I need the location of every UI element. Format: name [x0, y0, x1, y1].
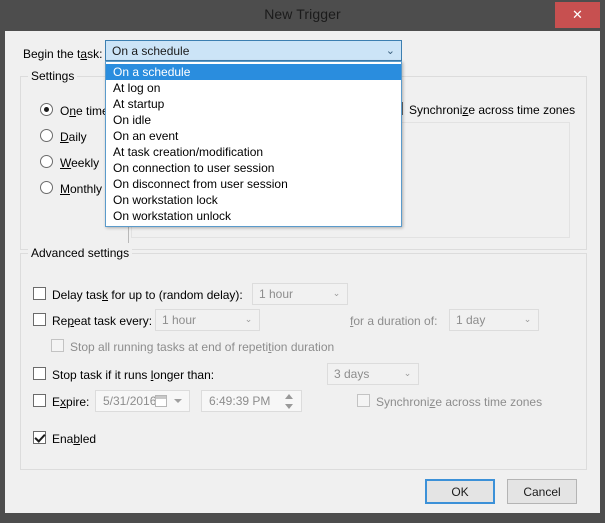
radio-weekly-label: Weekly: [60, 156, 100, 170]
delay-task-combo-value: 1 hour: [259, 287, 294, 301]
stop-if-longer-label: Stop task if it runs longer than:: [52, 368, 215, 382]
radio-weekly[interactable]: [40, 155, 53, 168]
dropdown-item[interactable]: At task creation/modification: [106, 144, 401, 160]
chevron-down-icon: ⌄: [244, 315, 253, 325]
radio-one-time[interactable]: [40, 103, 53, 116]
window-title: New Trigger: [264, 6, 341, 22]
duration-combo-value: 1 day: [456, 313, 486, 327]
advanced-sync-time-zones-checkbox[interactable]: [357, 394, 370, 407]
begin-task-combo-value: On a schedule: [112, 44, 190, 58]
expire-time-field[interactable]: 6:49:39 PM: [201, 390, 302, 412]
dropdown-item[interactable]: On connection to user session: [106, 160, 401, 176]
repeat-task-combo[interactable]: 1 hour ⌄: [155, 309, 260, 331]
dropdown-item[interactable]: At log on: [106, 80, 401, 96]
begin-task-label: Begin the task:: [23, 47, 103, 61]
stop-if-longer-checkbox[interactable]: [33, 367, 46, 380]
radio-one-time-label: One time: [60, 104, 109, 118]
expire-time-value: 6:49:39 PM: [209, 394, 271, 408]
begin-task-combo[interactable]: On a schedule ⌄: [105, 40, 402, 61]
expire-checkbox[interactable]: [33, 394, 46, 407]
repeat-task-label: Repeat task every:: [52, 314, 153, 328]
spinner-up-icon[interactable]: [285, 394, 293, 399]
advanced-sync-time-zones-label: Synchronize across time zones: [376, 395, 543, 409]
expire-label: Expire:: [52, 395, 90, 409]
delay-task-combo[interactable]: 1 hour ⌄: [252, 283, 348, 305]
spinner-down-icon[interactable]: [285, 404, 293, 409]
dropdown-item[interactable]: On idle: [106, 112, 401, 128]
new-trigger-dialog: New Trigger ✕ Begin the task: Settings O…: [0, 0, 605, 523]
enabled-label: Enabled: [52, 432, 97, 446]
advanced-settings-group-title: Advanced settings: [28, 247, 133, 260]
close-icon[interactable]: ✕: [555, 2, 600, 28]
delay-task-label: Delay task for up to (random delay):: [52, 288, 243, 302]
calendar-icon: [155, 395, 167, 407]
duration-label: for a duration of:: [350, 314, 438, 328]
repeat-task-checkbox[interactable]: [33, 313, 46, 326]
repeat-task-combo-value: 1 hour: [162, 313, 197, 327]
expire-date-value: 5/31/2016: [103, 394, 157, 408]
dropdown-item[interactable]: At startup: [106, 96, 401, 112]
stop-all-running-tasks-label: Stop all running tasks at end of repetit…: [70, 340, 335, 354]
chevron-down-icon: ⌄: [523, 315, 532, 325]
chevron-down-icon: [174, 399, 182, 403]
stop-if-longer-combo-value: 3 days: [334, 367, 370, 381]
chevron-down-icon: ⌄: [332, 289, 341, 299]
ok-button[interactable]: OK: [425, 479, 495, 504]
settings-sync-time-zones-label: Synchronize across time zones: [409, 103, 576, 117]
begin-task-dropdown-list[interactable]: On a schedule At log on At startup On id…: [105, 61, 402, 227]
dropdown-item[interactable]: On workstation lock: [106, 192, 401, 208]
expire-date-field[interactable]: 5/31/2016: [95, 390, 190, 412]
radio-monthly-label: Monthly: [60, 182, 103, 196]
cancel-button[interactable]: Cancel: [507, 479, 577, 504]
dropdown-item[interactable]: On a schedule: [106, 64, 401, 80]
dialog-client-area: Begin the task: Settings One time Daily …: [5, 31, 600, 513]
radio-daily-label: Daily: [60, 130, 87, 144]
settings-group-title: Settings: [28, 70, 78, 83]
delay-task-checkbox[interactable]: [33, 287, 46, 300]
chevron-down-icon: ⌄: [403, 369, 412, 379]
stop-all-running-tasks-checkbox[interactable]: [51, 339, 64, 352]
radio-monthly[interactable]: [40, 181, 53, 194]
dropdown-item[interactable]: On disconnect from user session: [106, 176, 401, 192]
title-bar: New Trigger ✕: [0, 0, 605, 31]
dropdown-item[interactable]: On workstation unlock: [106, 208, 401, 224]
dropdown-item[interactable]: On an event: [106, 128, 401, 144]
radio-daily[interactable]: [40, 129, 53, 142]
stop-if-longer-combo[interactable]: 3 days ⌄: [327, 363, 419, 385]
enabled-checkbox[interactable]: [33, 431, 46, 444]
chevron-down-icon: ⌄: [385, 44, 395, 57]
spinner-icon[interactable]: [282, 393, 297, 410]
duration-combo[interactable]: 1 day ⌄: [449, 309, 539, 331]
